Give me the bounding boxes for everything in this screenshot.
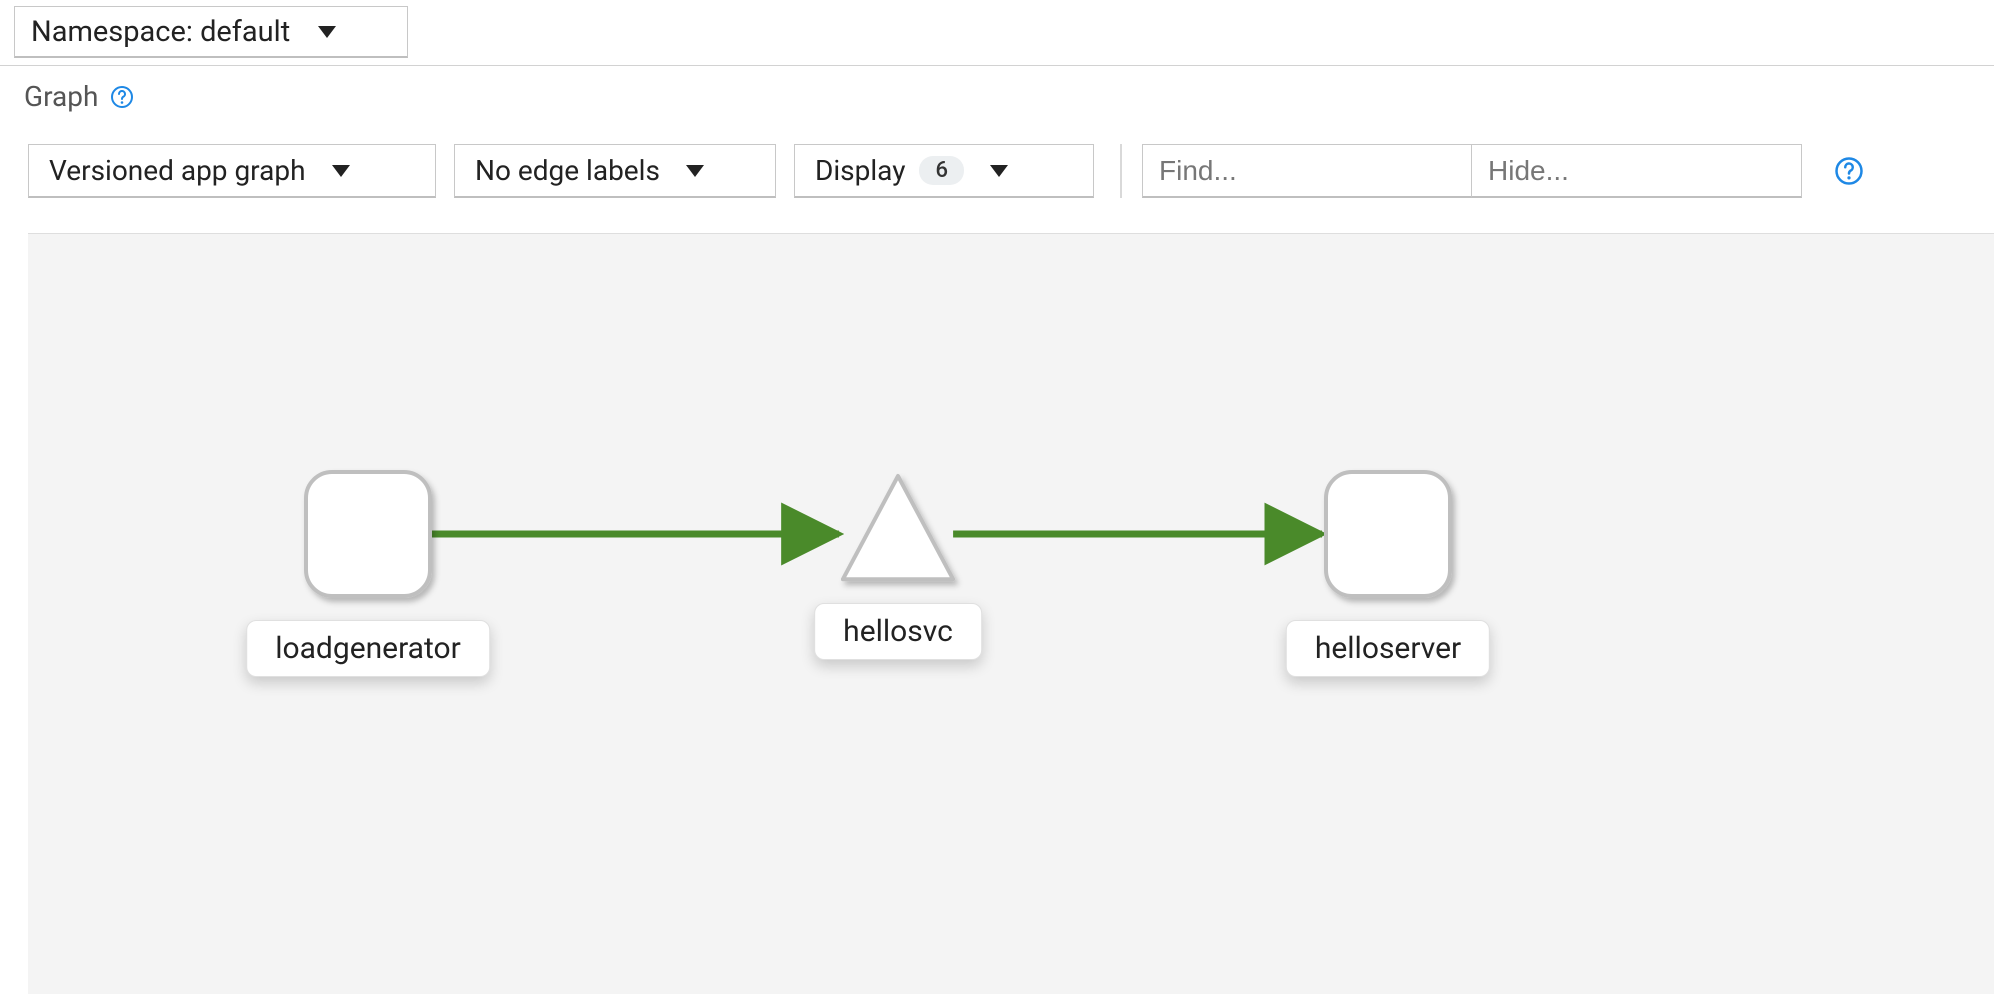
- namespace-dropdown-label: Namespace: default: [31, 15, 290, 49]
- graph-type-dropdown[interactable]: Versioned app graph: [28, 144, 436, 198]
- toolbar-separator: [1120, 144, 1122, 198]
- namespace-dropdown[interactable]: Namespace: default: [14, 6, 408, 58]
- page-title: Graph: [24, 80, 98, 113]
- display-count-badge: 6: [919, 156, 964, 185]
- caret-down-icon: [686, 165, 704, 177]
- help-icon[interactable]: [110, 85, 134, 109]
- graph-node-label[interactable]: helloserver: [1286, 620, 1490, 677]
- graph-node-label[interactable]: loadgenerator: [246, 620, 490, 677]
- caret-down-icon: [990, 165, 1008, 177]
- caret-down-icon: [332, 165, 350, 177]
- edge-labels-label: No edge labels: [475, 154, 660, 187]
- graph-svg: [28, 234, 1994, 994]
- display-label: Display: [815, 154, 905, 187]
- edge-labels-dropdown[interactable]: No edge labels: [454, 144, 776, 198]
- display-dropdown[interactable]: Display 6: [794, 144, 1094, 198]
- find-input[interactable]: [1142, 144, 1472, 198]
- graph-canvas[interactable]: loadgenerator hellosvc helloserver: [28, 233, 1994, 994]
- graph-node-label[interactable]: hellosvc: [814, 603, 982, 660]
- graph-node-hellosvc[interactable]: [843, 476, 953, 579]
- caret-down-icon: [318, 26, 336, 38]
- hide-input[interactable]: [1472, 144, 1802, 198]
- graph-node-loadgenerator[interactable]: [306, 472, 430, 596]
- graph-node-helloserver[interactable]: [1326, 472, 1450, 596]
- graph-type-label: Versioned app graph: [49, 154, 306, 187]
- help-icon[interactable]: [1834, 156, 1864, 186]
